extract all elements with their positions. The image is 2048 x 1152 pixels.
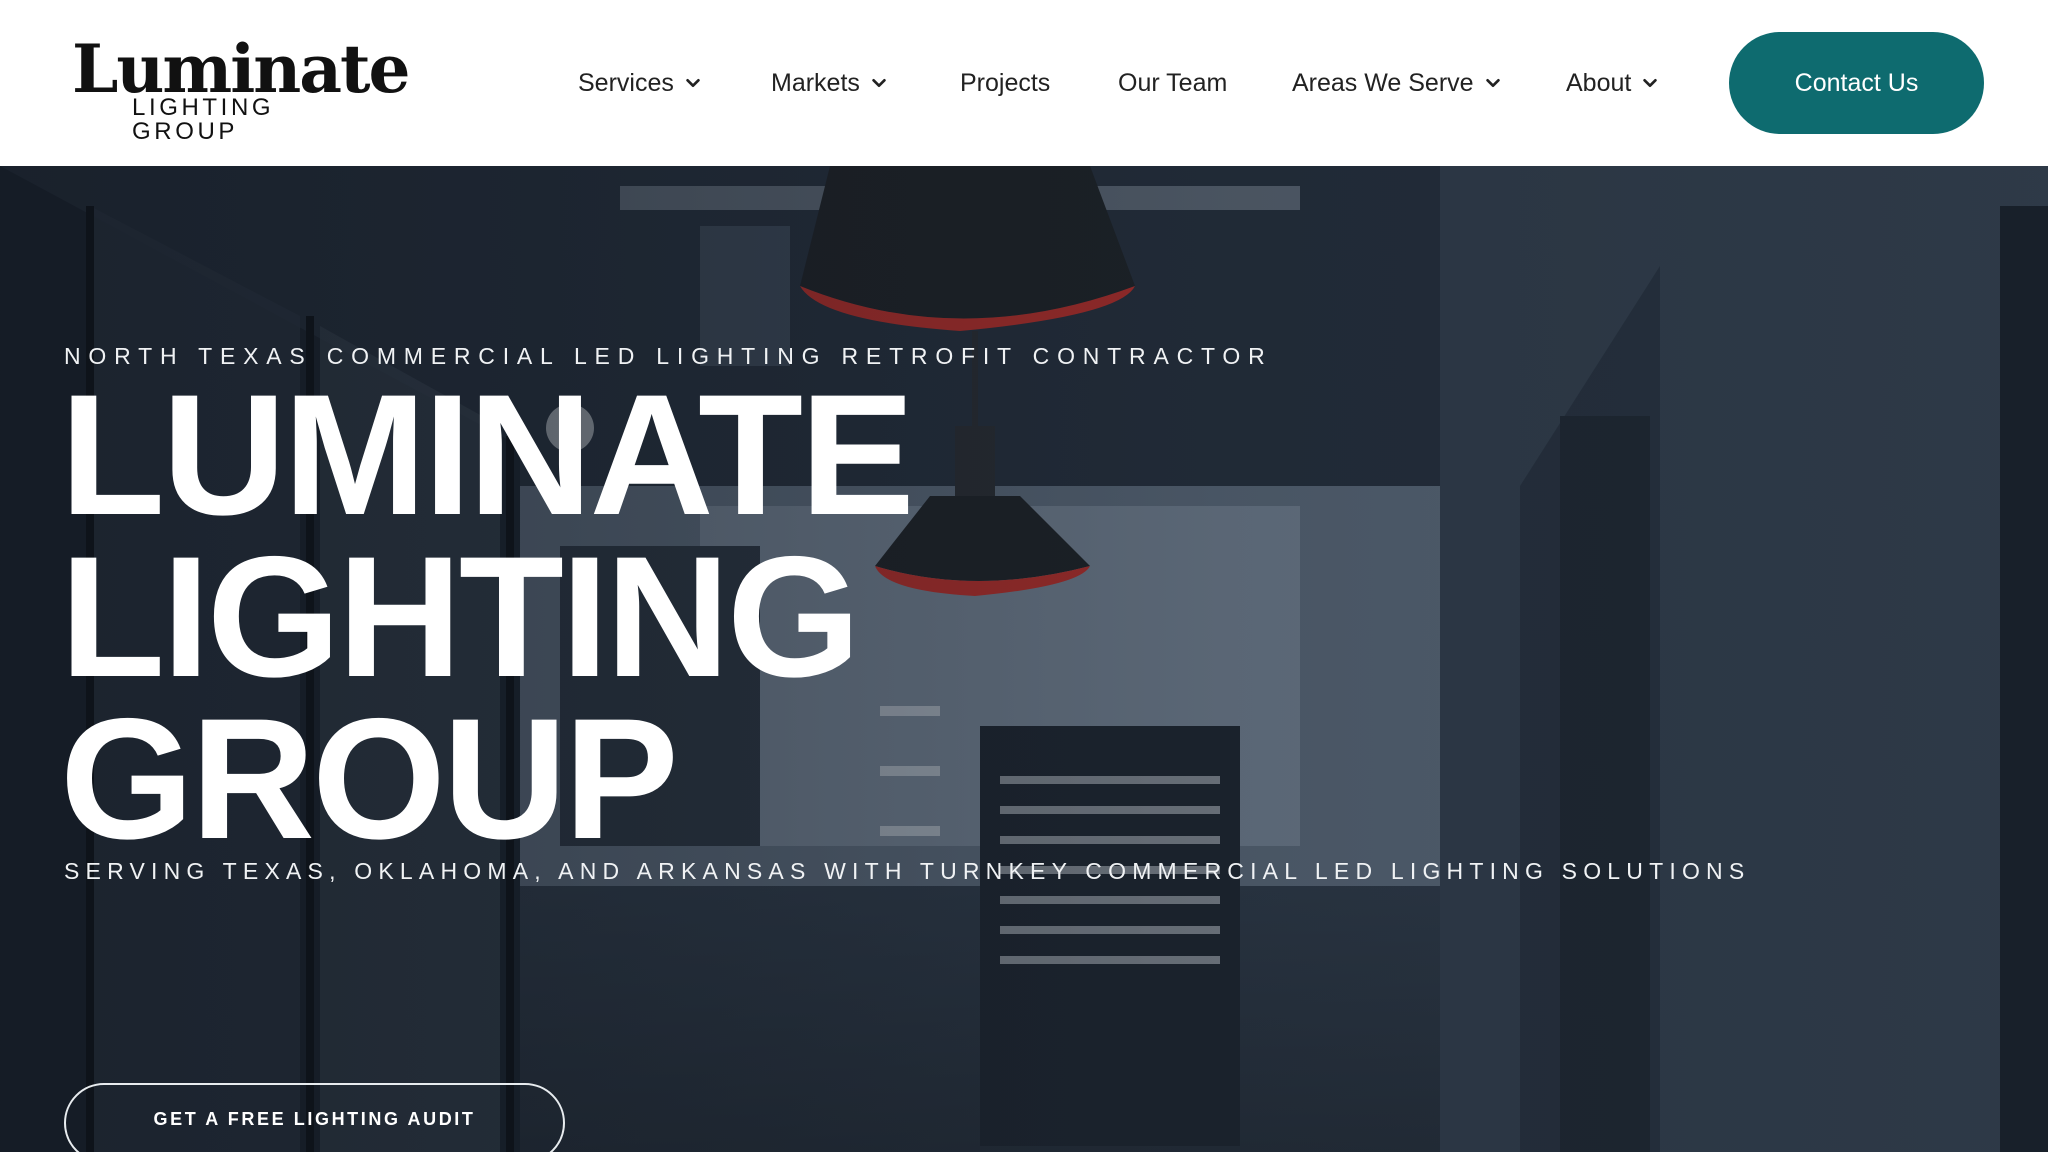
nav-item-label: Markets bbox=[771, 68, 860, 97]
brand-name: Luminate bbox=[72, 30, 411, 108]
nav-item-label: Our Team bbox=[1118, 68, 1228, 97]
chevron-down-icon bbox=[872, 78, 886, 88]
contact-us-button[interactable]: Contact Us bbox=[1729, 32, 1984, 134]
nav-item-about[interactable]: About bbox=[1566, 64, 1659, 102]
free-lighting-audit-button[interactable]: GET A FREE LIGHTING AUDIT bbox=[64, 1083, 565, 1152]
nav-item-our-team[interactable]: Our Team bbox=[1118, 64, 1227, 102]
hero-subline: SERVING TEXAS, OKLAHOMA, AND ARKANSAS WI… bbox=[64, 858, 1751, 884]
hero-title: LUMINATE LIGHTING GROUP bbox=[60, 359, 1160, 875]
chevron-down-icon bbox=[1643, 78, 1658, 88]
hero-title-line: GROUP bbox=[60, 683, 679, 875]
hero-title-line: LIGHTING bbox=[60, 521, 861, 713]
chevron-down-icon bbox=[1485, 78, 1500, 88]
nav-item-label: Projects bbox=[960, 68, 1051, 97]
nav-item-label: About bbox=[1566, 68, 1632, 97]
hero-title-line: LUMINATE bbox=[60, 359, 915, 551]
brand-logo[interactable]: Luminate LIGHTING GROUP bbox=[72, 36, 411, 144]
nav-item-label: Areas We Serve bbox=[1292, 68, 1474, 97]
site-header: Luminate LIGHTING GROUP Services Markets… bbox=[0, 0, 2048, 166]
nav-item-projects[interactable]: Projects bbox=[960, 64, 1050, 102]
nav-item-services[interactable]: Services bbox=[578, 64, 702, 102]
nav-item-markets[interactable]: Markets bbox=[771, 64, 888, 102]
brand-tagline: LIGHTING GROUP bbox=[132, 94, 275, 145]
chevron-down-icon bbox=[686, 78, 700, 88]
nav-item-areas-we-serve[interactable]: Areas We Serve bbox=[1292, 64, 1502, 102]
nav-item-label: Services bbox=[578, 68, 674, 97]
